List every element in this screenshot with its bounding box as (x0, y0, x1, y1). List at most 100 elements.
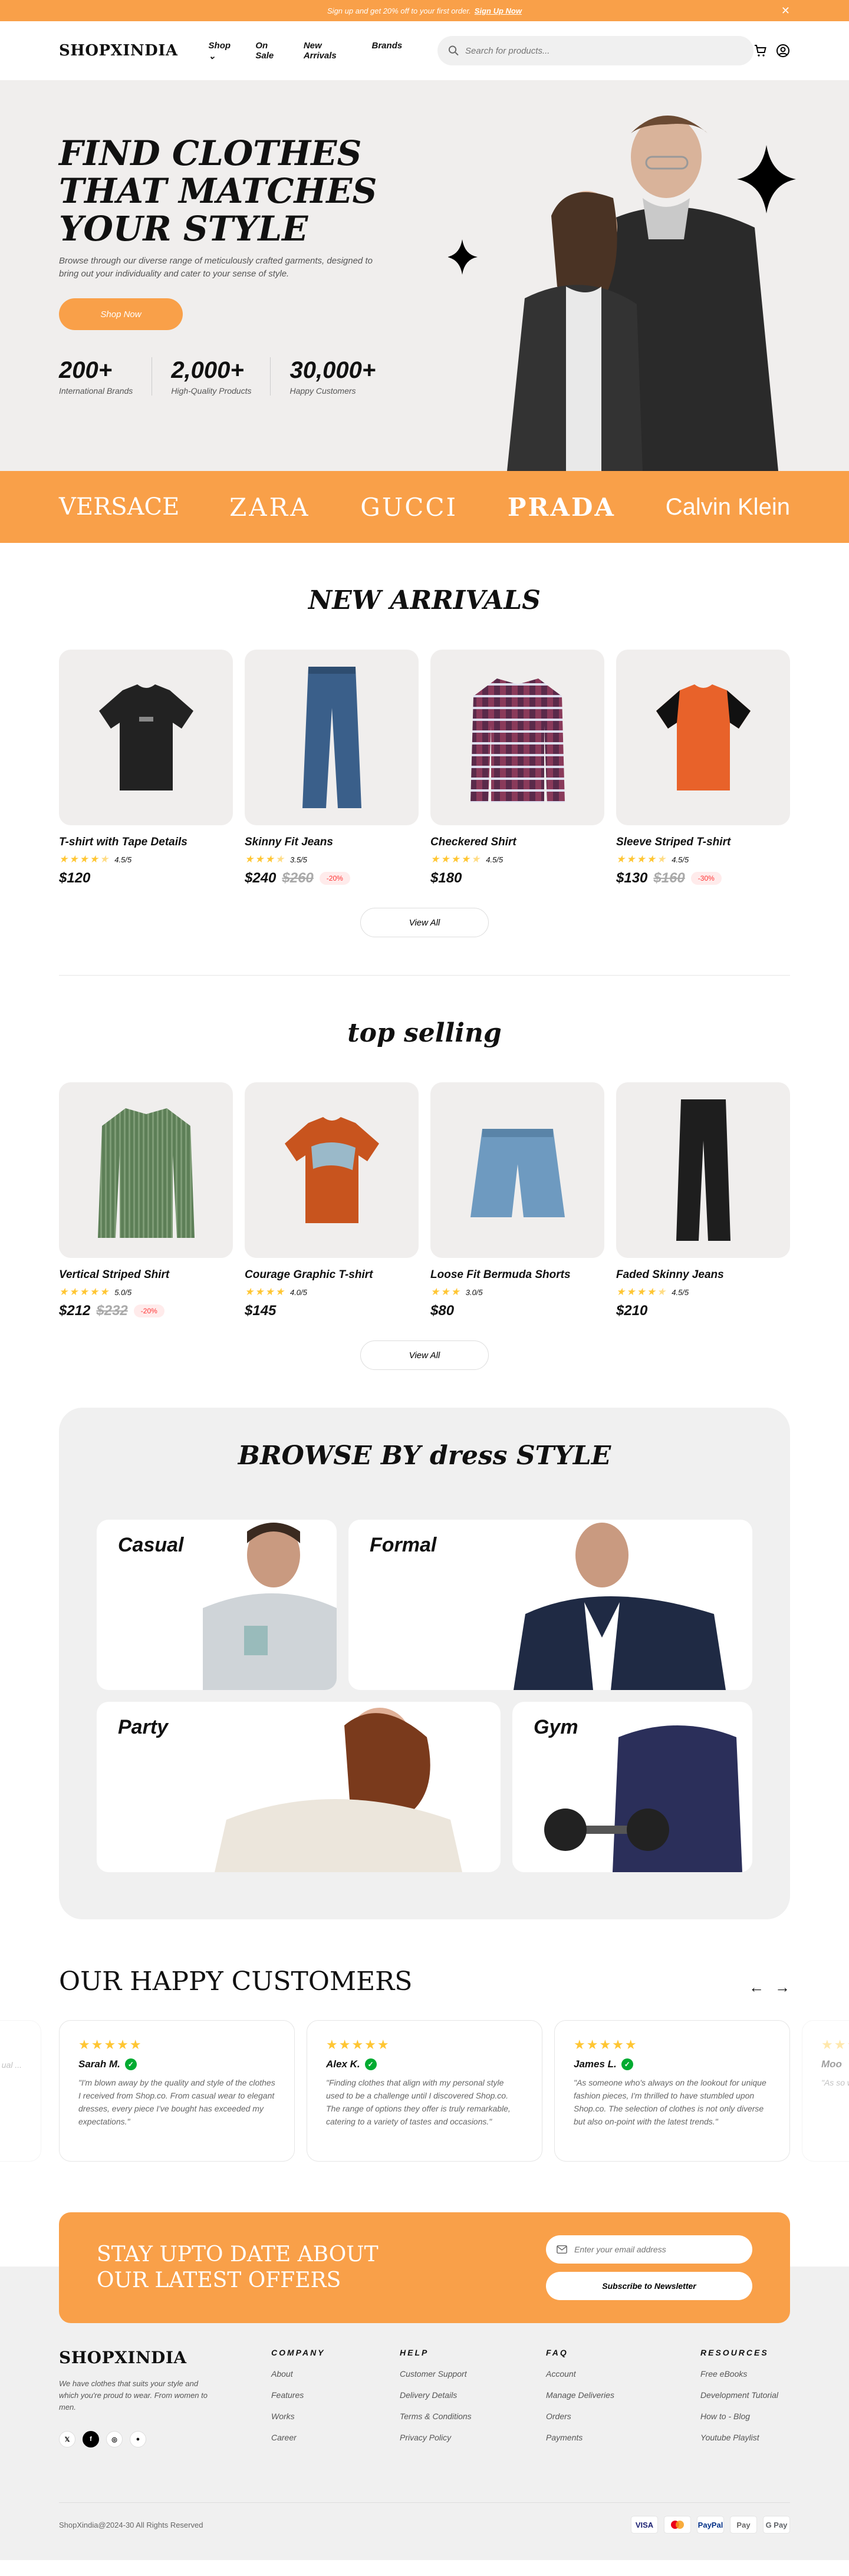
github-icon[interactable]: ● (130, 2431, 146, 2447)
rating-stars-icon: ★★★★★ (574, 2037, 638, 2052)
arrow-right-icon[interactable]: → (775, 1978, 790, 1997)
footer-col-title: FAQ (546, 2348, 568, 2357)
product-name[interactable]: Vertical Striped Shirt (59, 1269, 233, 1282)
logo[interactable]: SHOPXINDIA (59, 42, 178, 60)
footer-description: We have clothes that suits your style an… (59, 2379, 208, 2412)
footer-link[interactable]: Orders (546, 2412, 614, 2421)
price-current: $212 (59, 1303, 91, 1319)
style-label: Casual (118, 1534, 184, 1556)
twitter-icon[interactable]: 𝕏 (59, 2431, 75, 2447)
hero-section: FIND CLOTHES THAT MATCHES YOUR STYLE Bro… (0, 80, 849, 471)
discount-badge: -20% (133, 1305, 164, 1317)
product-card[interactable]: Loose Fit Bermuda Shorts ★★★ 3.0/5 $80 (430, 1082, 604, 1319)
footer-brand: SHOPXINDIA We have clothes that suits yo… (59, 2348, 212, 2447)
nav-item-shop[interactable]: Shop ⌄ (209, 41, 241, 61)
product-card[interactable]: Vertical Striped Shirt ★★★★★ 5.0/5 $212 $2… (59, 1082, 233, 1319)
footer-link[interactable]: Free eBooks (700, 2369, 778, 2379)
footer-logo[interactable]: SHOPXINDIA (59, 2348, 212, 2367)
product-name[interactable]: T-shirt with Tape Details (59, 836, 233, 849)
hero-subtitle: Browse through our diverse range of meti… (59, 256, 373, 279)
arrow-left-icon[interactable]: ← (749, 1978, 764, 1997)
product-card[interactable]: Checkered Shirt ★★★★★ 4.5/5 $180 (430, 650, 604, 887)
signup-link[interactable]: Sign Up Now (475, 6, 522, 15)
footer-link[interactable]: Terms & Conditions (400, 2412, 472, 2421)
product-price: $130 $160 -30% (616, 870, 790, 887)
hero-title: FIND CLOTHES THAT MATCHES YOUR STYLE (59, 133, 377, 249)
brand-strip: VERSACE ZARA GUCCI PRADA Calvin Klein (0, 471, 849, 543)
cart-icon[interactable] (753, 44, 768, 58)
product-name[interactable]: Skinny Fit Jeans (245, 836, 419, 849)
subscribe-button[interactable]: Subscribe to Newsletter (546, 2272, 752, 2300)
mastercard-icon (664, 2516, 691, 2534)
price-current: $130 (616, 870, 648, 886)
footer-link[interactable]: Customer Support (400, 2369, 472, 2379)
new-arrivals-list: T-shirt with Tape Details ★★★★★ 4.5/5 $12… (0, 650, 849, 887)
footer-link[interactable]: Delivery Details (400, 2390, 472, 2400)
footer-link[interactable]: Development Tutorial (700, 2390, 778, 2400)
rating-stars-icon: ★★★★★ (616, 1286, 667, 1297)
product-name[interactable]: Courage Graphic T-shirt (245, 1269, 419, 1282)
instagram-icon[interactable]: ◎ (106, 2431, 123, 2447)
price-current: $80 (430, 1303, 455, 1319)
close-icon[interactable]: ✕ (781, 5, 790, 17)
footer-col-help: HELP Customer Support Delivery Details T… (400, 2348, 472, 2442)
brand-gucci: GUCCI (360, 492, 458, 522)
footer-link[interactable]: Payments (546, 2433, 614, 2442)
stat-customers: 30,000+ Happy Customers (289, 357, 394, 396)
product-card[interactable]: Sleeve Striped T-shirt ★★★★★ 4.5/5 $130 $1… (616, 650, 790, 887)
product-name[interactable]: Faded Skinny Jeans (616, 1269, 790, 1282)
footer-link[interactable]: Career (271, 2433, 325, 2442)
carousel-arrows: ← → (749, 1978, 790, 1997)
footer-col-faq: FAQ Account Manage Deliveries Orders Pay… (546, 2348, 614, 2442)
style-card-gym[interactable]: Gym (512, 1702, 752, 1872)
email-input[interactable] (574, 2245, 742, 2254)
style-card-formal[interactable]: Formal (348, 1520, 752, 1690)
search-bar (437, 36, 753, 65)
review-text: "Finding clothes that align with my pers… (326, 2078, 511, 2126)
search-input[interactable] (465, 45, 743, 56)
stat-label: Happy Customers (289, 386, 356, 396)
product-card[interactable]: Courage Graphic T-shirt ★★★★ 4.0/5 $145 (245, 1082, 419, 1319)
promo-bar: Sign up and get 20% off to your first or… (0, 0, 849, 21)
nav-item-brands[interactable]: Brands (372, 41, 403, 61)
rating-value: 4.5/5 (486, 855, 504, 864)
shop-now-button[interactable]: Shop Now (59, 298, 183, 330)
product-card[interactable]: Skinny Fit Jeans ★★★★ 3.5/5 $240 $260 -20% (245, 650, 419, 887)
footer-col-resources: RESOURCES Free eBooks Development Tutori… (700, 2348, 778, 2442)
product-image (430, 650, 604, 825)
footer-link[interactable]: Features (271, 2390, 325, 2400)
footer-link[interactable]: How to - Blog (700, 2412, 778, 2421)
hero-couple-image (448, 116, 796, 471)
product-card[interactable]: Faded Skinny Jeans ★★★★★ 4.5/5 $210 (616, 1082, 790, 1319)
customers-header: OUR HAPPY CUSTOMERS ← → (0, 1966, 849, 1997)
product-image (616, 650, 790, 825)
view-all-top-selling-button[interactable]: View All (360, 1340, 489, 1370)
product-card[interactable]: T-shirt with Tape Details ★★★★★ 4.5/5 $12… (59, 650, 233, 887)
footer-link[interactable]: Privacy Policy (400, 2433, 472, 2442)
style-card-casual[interactable]: Casual (97, 1520, 337, 1690)
facebook-icon[interactable]: f (83, 2431, 99, 2447)
nav-item-on-sale[interactable]: On Sale (255, 41, 288, 61)
footer-link[interactable]: About (271, 2369, 325, 2379)
copyright: ShopXindia@2024-30 All Rights Reserved (59, 2520, 203, 2529)
price-original: $260 (282, 870, 314, 886)
nav-item-new-arrivals[interactable]: New Arrivals (304, 41, 357, 61)
visa-icon: VISA (631, 2516, 658, 2534)
rating-value: 3.5/5 (289, 855, 307, 864)
footer-link[interactable]: Youtube Playlist (700, 2433, 778, 2442)
rating-stars-icon: ★★★ (430, 1286, 461, 1297)
footer-link[interactable]: Manage Deliveries (546, 2390, 614, 2400)
footer-link[interactable]: Works (271, 2412, 325, 2421)
style-card-party[interactable]: Party (97, 1702, 501, 1872)
footer-link[interactable]: Account (546, 2369, 614, 2379)
product-name[interactable]: Loose Fit Bermuda Shorts (430, 1269, 604, 1282)
footer-columns: SHOPXINDIA We have clothes that suits yo… (59, 2348, 790, 2478)
product-price: $212 $232 -20% (59, 1303, 233, 1319)
product-name[interactable]: Checkered Shirt (430, 836, 604, 849)
rating-stars-icon: ★★★★★ (821, 2037, 849, 2052)
brand-zara: ZARA (229, 492, 311, 522)
price-original: $232 (96, 1303, 128, 1319)
product-name[interactable]: Sleeve Striped T-shirt (616, 836, 790, 849)
account-icon[interactable] (776, 44, 790, 58)
view-all-new-arrivals-button[interactable]: View All (360, 908, 489, 937)
